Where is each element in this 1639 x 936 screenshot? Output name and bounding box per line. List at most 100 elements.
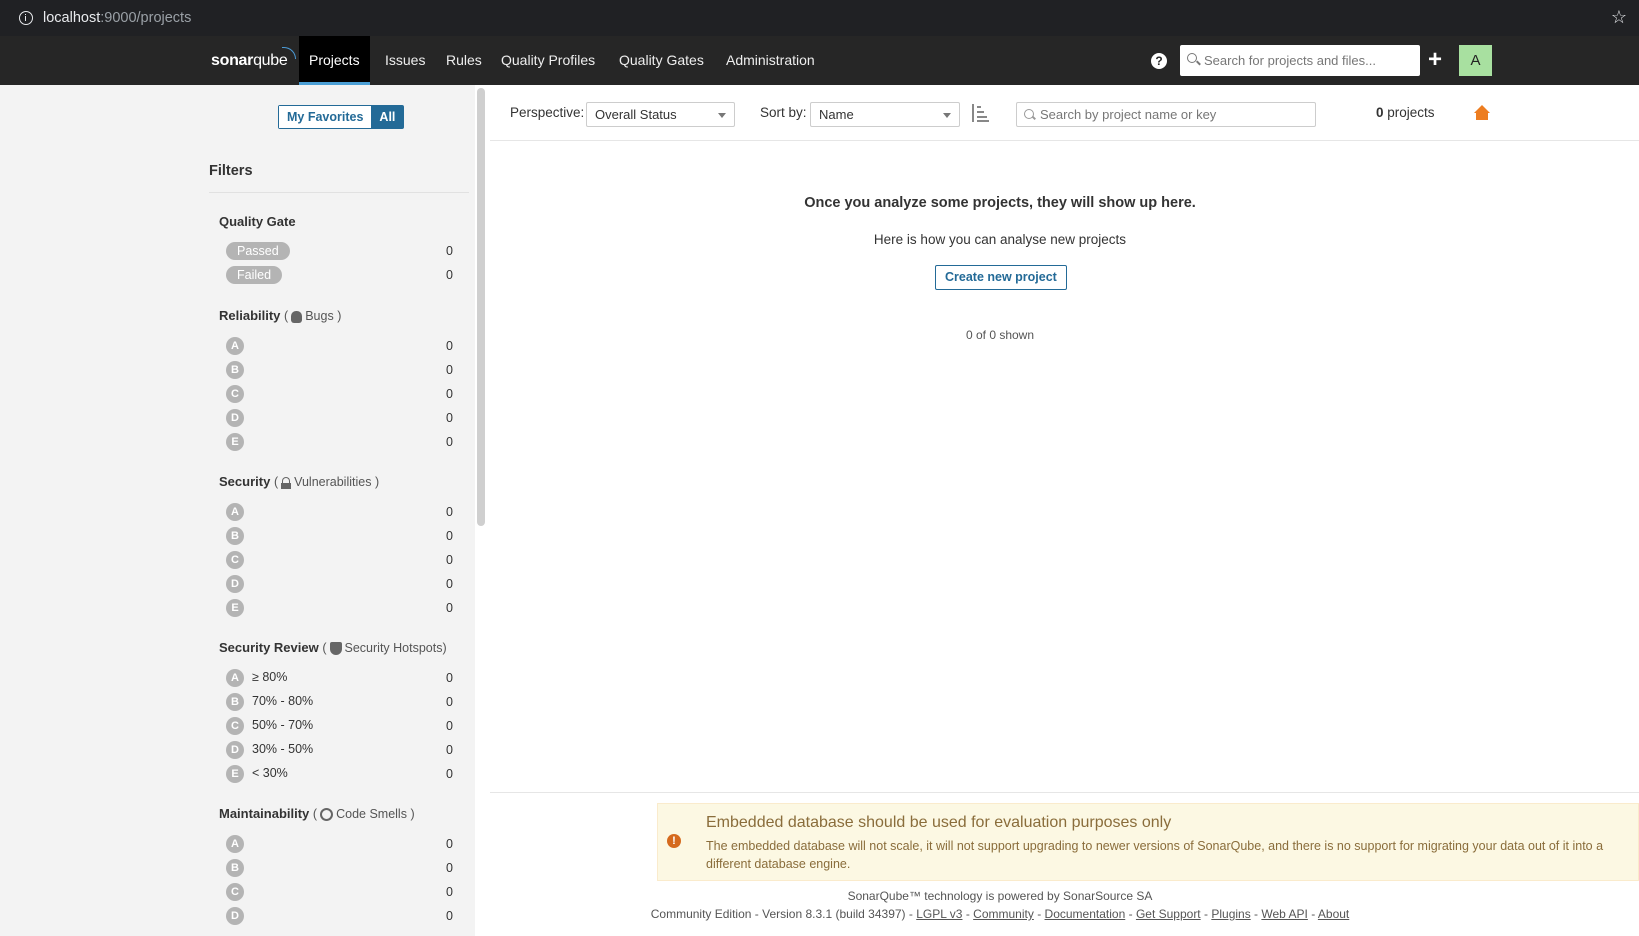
footer-link-about[interactable]: About: [1318, 907, 1349, 921]
passed-pill: Passed: [226, 242, 290, 260]
security-review-option-d[interactable]: D 30% - 50% 0: [219, 739, 453, 761]
facet-count: 0: [446, 339, 453, 353]
sonarqube-logo[interactable]: sonarqube: [211, 47, 297, 70]
facet-count: 0: [446, 719, 453, 733]
warning-text: The embedded database will not scale, it…: [706, 839, 1604, 871]
reliability-option-d[interactable]: D0: [219, 407, 453, 429]
footer-links: Community Edition - Version 8.3.1 (build…: [650, 907, 1350, 921]
help-icon[interactable]: ?: [1151, 53, 1167, 69]
reliability-facet-title: Reliability (Bugs ): [219, 308, 342, 323]
rating-badge: A: [226, 835, 244, 853]
search-icon: [1187, 53, 1197, 63]
maintainability-option-a[interactable]: A0: [219, 833, 453, 855]
nav-issues[interactable]: Issues: [375, 36, 435, 85]
facet-count: 0: [446, 505, 453, 519]
facet-option-failed[interactable]: Failed 0: [219, 264, 453, 286]
facet-count: 0: [446, 529, 453, 543]
sort-direction-icon[interactable]: [972, 104, 989, 122]
projects-toolbar: Perspective: Overall Status Sort by: Nam…: [490, 85, 1639, 141]
site-info-icon[interactable]: [19, 11, 33, 25]
nav-administration[interactable]: Administration: [716, 36, 825, 85]
bookmark-star-icon[interactable]: ☆: [1611, 7, 1627, 28]
security-review-option-a[interactable]: A ≥ 80% 0: [219, 667, 453, 689]
failed-pill: Failed: [226, 266, 283, 284]
rating-badge: D: [226, 575, 244, 593]
security-review-option-e[interactable]: E < 30% 0: [219, 763, 453, 785]
rating-badge: A: [226, 337, 244, 355]
footer-link-community[interactable]: Community: [973, 907, 1034, 921]
footer-link-plugins[interactable]: Plugins: [1211, 907, 1250, 921]
range-label: 70% - 80%: [252, 694, 314, 708]
project-search-input[interactable]: [1040, 103, 1310, 126]
rating-badge: E: [226, 433, 244, 451]
facet-count: 0: [446, 767, 453, 781]
perspective-label: Perspective:: [510, 105, 585, 120]
sort-select[interactable]: Name: [810, 102, 960, 127]
reliability-option-a[interactable]: A0: [219, 335, 453, 357]
url-text[interactable]: localhost:9000/projects: [43, 10, 191, 26]
security-option-d[interactable]: D0: [219, 573, 453, 595]
rating-badge: C: [226, 385, 244, 403]
security-facet-title: Security (Vulnerabilities ): [219, 474, 380, 489]
favorites-toggle: My Favorites All: [278, 105, 405, 129]
nav-quality-profiles[interactable]: Quality Profiles: [491, 36, 605, 85]
security-option-a[interactable]: A0: [219, 501, 453, 523]
sort-by-label: Sort by:: [760, 105, 807, 120]
maintainability-option-d[interactable]: D0: [219, 905, 453, 927]
rating-badge: C: [226, 717, 244, 735]
create-plus-button[interactable]: +: [1428, 47, 1442, 73]
maintainability-facet-title: Maintainability (Code Smells ): [219, 806, 415, 822]
security-option-e[interactable]: E0: [219, 597, 453, 619]
facet-count: 0: [446, 601, 453, 615]
rating-badge: D: [226, 741, 244, 759]
nav-rules[interactable]: Rules: [436, 36, 492, 85]
user-avatar[interactable]: A: [1459, 45, 1492, 76]
filters-sidebar: My Favorites All Filters Quality Gate Pa…: [0, 85, 475, 936]
range-label: < 30%: [252, 766, 288, 780]
home-icon[interactable]: [1474, 105, 1490, 121]
facet-count: 0: [446, 861, 453, 875]
bug-icon: [291, 310, 303, 323]
chevron-down-icon: [943, 113, 951, 118]
security-review-option-b[interactable]: B 70% - 80% 0: [219, 691, 453, 713]
search-icon: [1024, 109, 1034, 119]
divider: [490, 792, 1639, 793]
footer-link-get-support[interactable]: Get Support: [1136, 907, 1201, 921]
maintainability-option-b[interactable]: B0: [219, 857, 453, 879]
create-new-project-button[interactable]: Create new project: [935, 265, 1067, 290]
security-option-b[interactable]: B0: [219, 525, 453, 547]
security-review-option-c[interactable]: C 50% - 70% 0: [219, 715, 453, 737]
browser-address-bar[interactable]: localhost:9000/projects ☆: [0, 0, 1639, 36]
warning-title: Embedded database should be used for eva…: [706, 814, 1172, 831]
rating-badge: B: [226, 361, 244, 379]
reliability-option-e[interactable]: E0: [219, 431, 453, 453]
nav-quality-gates[interactable]: Quality Gates: [609, 36, 714, 85]
all-button[interactable]: All: [371, 106, 404, 128]
footer-link-documentation[interactable]: Documentation: [1045, 907, 1126, 921]
sidebar-scrollbar[interactable]: [477, 88, 485, 526]
security-option-c[interactable]: C0: [219, 549, 453, 571]
divider: [209, 192, 469, 193]
global-search-input[interactable]: [1204, 45, 1414, 76]
version-text: Community Edition - Version 8.3.1 (build…: [650, 907, 913, 921]
project-search[interactable]: [1016, 102, 1316, 127]
reliability-option-b[interactable]: B0: [219, 359, 453, 381]
facet-option-passed[interactable]: Passed 0: [219, 240, 453, 262]
perspective-select[interactable]: Overall Status: [586, 102, 735, 127]
footer-link-license[interactable]: LGPL v3: [916, 907, 962, 921]
maintainability-option-c[interactable]: C0: [219, 881, 453, 903]
rating-badge: B: [226, 859, 244, 877]
rating-badge: C: [226, 883, 244, 901]
shield-icon: [329, 642, 342, 656]
filters-heading: Filters: [209, 163, 253, 179]
rating-badge: B: [226, 527, 244, 545]
footer-link-web-api[interactable]: Web API: [1261, 907, 1307, 921]
projects-count: 0 projects: [1376, 105, 1435, 120]
empty-state-title: Once you analyze some projects, they wil…: [804, 195, 1196, 211]
nav-projects[interactable]: Projects: [299, 36, 370, 85]
reliability-option-c[interactable]: C0: [219, 383, 453, 405]
my-favorites-button[interactable]: My Favorites: [279, 106, 372, 128]
rating-badge: E: [226, 765, 244, 783]
sonarsource-link[interactable]: SonarSource SA: [1063, 889, 1152, 903]
global-search[interactable]: [1180, 45, 1420, 76]
